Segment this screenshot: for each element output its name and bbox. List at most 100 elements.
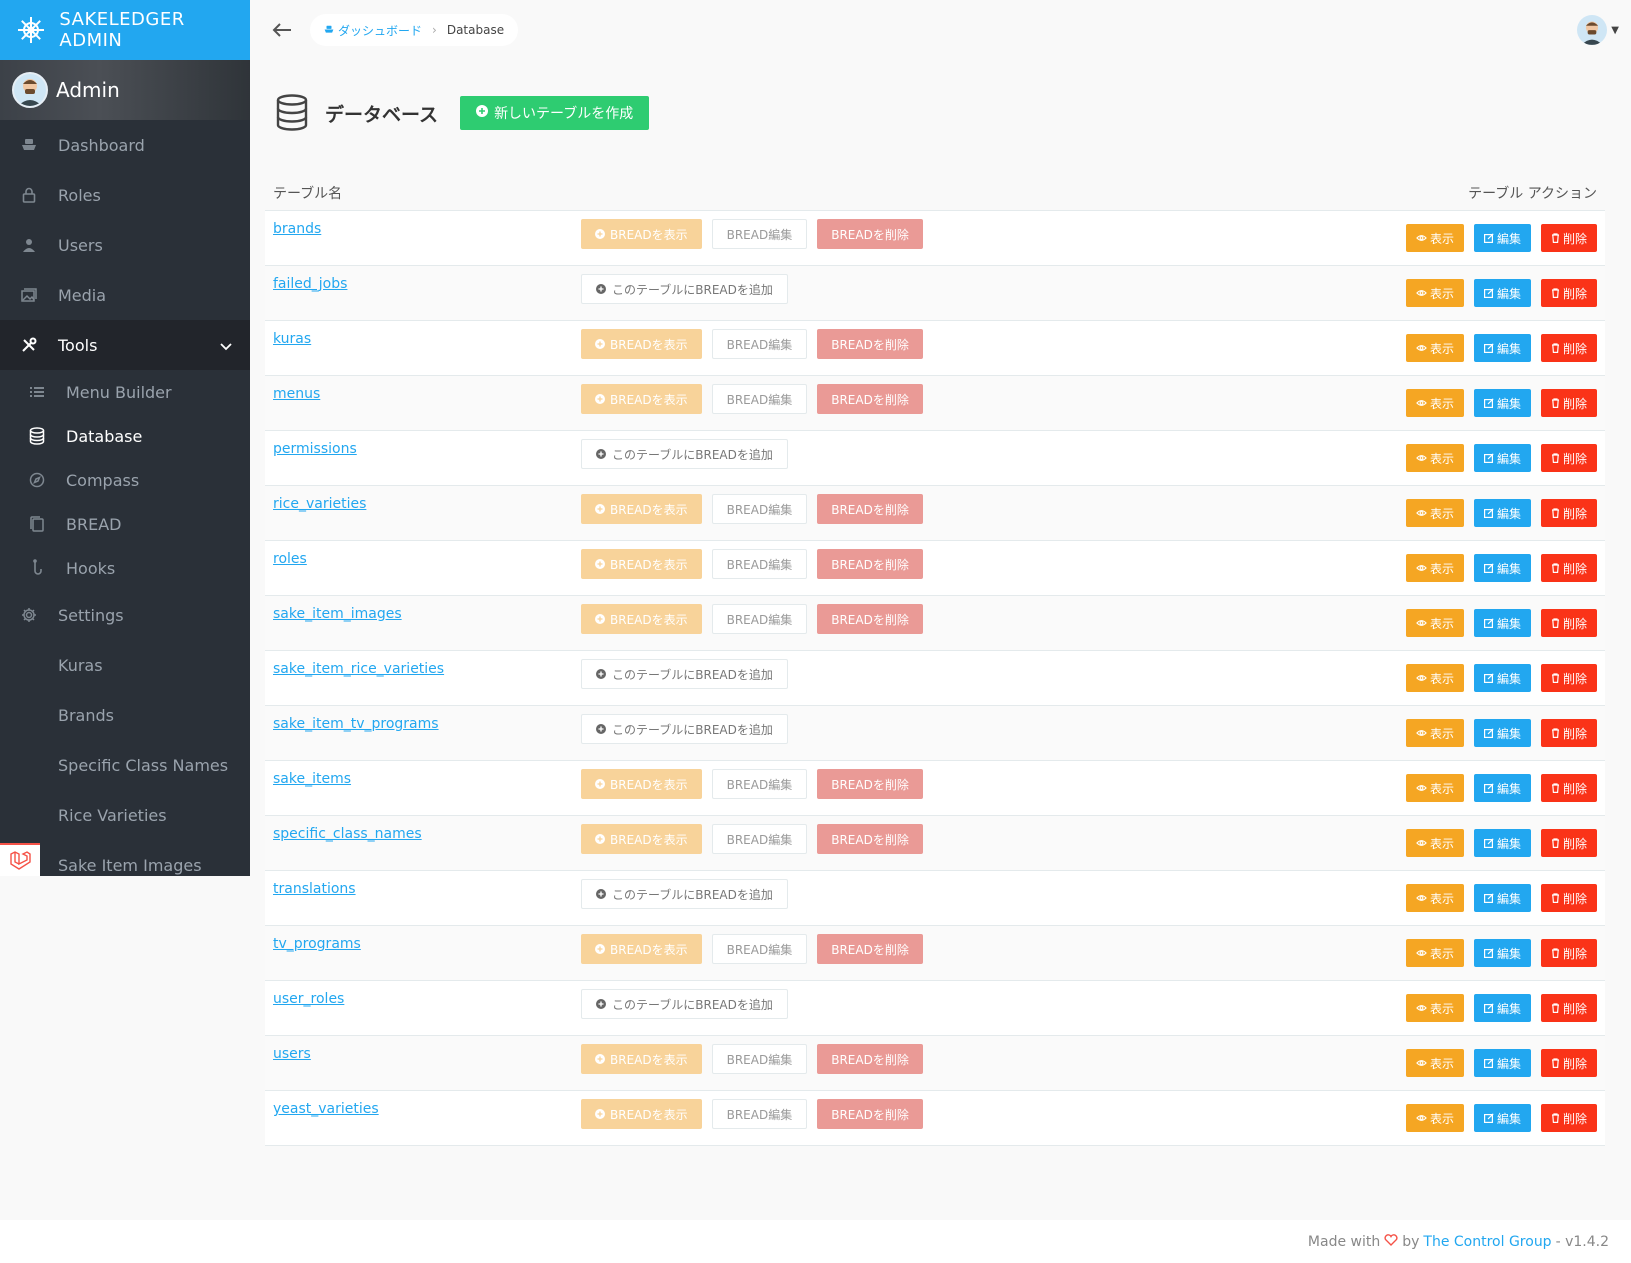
edit-table-button[interactable]: 編集 xyxy=(1473,554,1531,582)
sidebar-item-settings[interactable]: Settings xyxy=(0,590,250,640)
table-name-link[interactable]: yeast_varieties xyxy=(273,1101,379,1117)
delete-bread-button[interactable]: BREADを削除 xyxy=(817,384,923,414)
delete-bread-button[interactable]: BREADを削除 xyxy=(817,219,923,249)
delete-table-button[interactable]: 削除 xyxy=(1540,664,1597,692)
delete-table-button[interactable]: 削除 xyxy=(1540,829,1597,857)
view-table-button[interactable]: 表示 xyxy=(1405,939,1464,967)
table-name-link[interactable]: rice_varieties xyxy=(273,496,366,512)
browse-bread-button[interactable]: BREADを表示 xyxy=(581,329,702,359)
delete-table-button[interactable]: 削除 xyxy=(1540,1104,1597,1132)
footer-company-link[interactable]: The Control Group xyxy=(1423,1234,1551,1250)
browse-bread-button[interactable]: BREADを表示 xyxy=(581,384,702,414)
table-name-link[interactable]: users xyxy=(273,1046,311,1062)
table-name-link[interactable]: menus xyxy=(273,386,320,402)
delete-table-button[interactable]: 削除 xyxy=(1540,499,1597,527)
sidebar-item-specific-class-names[interactable]: Specific Class Names xyxy=(0,740,250,790)
view-table-button[interactable]: 表示 xyxy=(1405,829,1464,857)
delete-table-button[interactable]: 削除 xyxy=(1540,884,1597,912)
create-table-button[interactable]: 新しいテーブルを作成 xyxy=(460,96,650,130)
user-menu[interactable]: ▼ xyxy=(1577,15,1619,45)
view-table-button[interactable]: 表示 xyxy=(1405,719,1464,747)
view-table-button[interactable]: 表示 xyxy=(1405,554,1464,582)
edit-table-button[interactable]: 編集 xyxy=(1473,774,1531,802)
brand-bar[interactable]: SAKELEDGER ADMIN xyxy=(0,0,250,60)
add-bread-button[interactable]: このテーブルにBREADを追加 xyxy=(581,879,788,909)
table-name-link[interactable]: brands xyxy=(273,221,321,237)
delete-table-button[interactable]: 削除 xyxy=(1540,939,1597,967)
sidebar-item-brands[interactable]: Brands xyxy=(0,690,250,740)
sidebar-item-rice-varieties[interactable]: Rice Varieties xyxy=(0,790,250,840)
edit-table-button[interactable]: 編集 xyxy=(1473,334,1531,362)
sidebar-item-database[interactable]: Database xyxy=(0,414,250,458)
sidebar-item-users[interactable]: Users xyxy=(0,220,250,270)
delete-bread-button[interactable]: BREADを削除 xyxy=(817,934,923,964)
browse-bread-button[interactable]: BREADを表示 xyxy=(581,824,702,854)
add-bread-button[interactable]: このテーブルにBREADを追加 xyxy=(581,714,788,744)
edit-table-button[interactable]: 編集 xyxy=(1473,279,1531,307)
delete-table-button[interactable]: 削除 xyxy=(1540,774,1597,802)
view-table-button[interactable]: 表示 xyxy=(1405,499,1464,527)
delete-bread-button[interactable]: BREADを削除 xyxy=(817,1044,923,1074)
view-table-button[interactable]: 表示 xyxy=(1405,389,1464,417)
sidebar-item-tools[interactable]: Tools xyxy=(0,320,250,370)
edit-bread-button[interactable]: BREAD編集 xyxy=(711,329,808,359)
edit-bread-button[interactable]: BREAD編集 xyxy=(711,219,808,249)
laravel-logo-icon[interactable] xyxy=(0,843,40,876)
delete-bread-button[interactable]: BREADを削除 xyxy=(817,494,923,524)
view-table-button[interactable]: 表示 xyxy=(1405,1049,1464,1077)
edit-table-button[interactable]: 編集 xyxy=(1473,829,1531,857)
table-name-link[interactable]: roles xyxy=(273,551,307,567)
edit-bread-button[interactable]: BREAD編集 xyxy=(711,934,808,964)
table-name-link[interactable]: user_roles xyxy=(273,991,344,1007)
edit-table-button[interactable]: 編集 xyxy=(1473,609,1531,637)
back-arrow-icon[interactable] xyxy=(270,18,294,42)
sidebar-item-hooks[interactable]: Hooks xyxy=(0,546,250,590)
sidebar-item-roles[interactable]: Roles xyxy=(0,170,250,220)
table-name-link[interactable]: kuras xyxy=(273,331,311,347)
add-bread-button[interactable]: このテーブルにBREADを追加 xyxy=(581,989,788,1019)
edit-bread-button[interactable]: BREAD編集 xyxy=(711,494,808,524)
browse-bread-button[interactable]: BREADを表示 xyxy=(581,1099,702,1129)
browse-bread-button[interactable]: BREADを表示 xyxy=(581,219,702,249)
edit-table-button[interactable]: 編集 xyxy=(1473,719,1531,747)
browse-bread-button[interactable]: BREADを表示 xyxy=(581,604,702,634)
view-table-button[interactable]: 表示 xyxy=(1405,664,1464,692)
delete-table-button[interactable]: 削除 xyxy=(1540,224,1597,252)
delete-bread-button[interactable]: BREADを削除 xyxy=(817,549,923,579)
add-bread-button[interactable]: このテーブルにBREADを追加 xyxy=(581,274,788,304)
table-name-link[interactable]: sake_item_rice_varieties xyxy=(273,661,444,677)
edit-table-button[interactable]: 編集 xyxy=(1473,389,1531,417)
delete-table-button[interactable]: 削除 xyxy=(1540,719,1597,747)
delete-table-button[interactable]: 削除 xyxy=(1540,609,1597,637)
delete-table-button[interactable]: 削除 xyxy=(1540,389,1597,417)
delete-table-button[interactable]: 削除 xyxy=(1540,334,1597,362)
edit-table-button[interactable]: 編集 xyxy=(1473,1104,1531,1132)
edit-table-button[interactable]: 編集 xyxy=(1473,994,1531,1022)
delete-bread-button[interactable]: BREADを削除 xyxy=(817,824,923,854)
edit-bread-button[interactable]: BREAD編集 xyxy=(711,549,808,579)
table-name-link[interactable]: tv_programs xyxy=(273,936,361,952)
delete-bread-button[interactable]: BREADを削除 xyxy=(817,1099,923,1129)
sidebar-item-dashboard[interactable]: Dashboard xyxy=(0,120,250,170)
browse-bread-button[interactable]: BREADを表示 xyxy=(581,769,702,799)
delete-table-button[interactable]: 削除 xyxy=(1540,994,1597,1022)
delete-table-button[interactable]: 削除 xyxy=(1540,444,1597,472)
delete-table-button[interactable]: 削除 xyxy=(1540,1049,1597,1077)
table-name-link[interactable]: sake_item_images xyxy=(273,606,402,622)
edit-table-button[interactable]: 編集 xyxy=(1473,1049,1531,1077)
delete-bread-button[interactable]: BREADを削除 xyxy=(817,604,923,634)
edit-bread-button[interactable]: BREAD編集 xyxy=(711,384,808,414)
sidebar-item-media[interactable]: Media xyxy=(0,270,250,320)
add-bread-button[interactable]: このテーブルにBREADを追加 xyxy=(581,439,788,469)
sidebar-item-bread[interactable]: BREAD xyxy=(0,502,250,546)
sidebar-item-kuras[interactable]: Kuras xyxy=(0,640,250,690)
table-name-link[interactable]: sake_item_tv_programs xyxy=(273,716,439,732)
table-name-link[interactable]: failed_jobs xyxy=(273,276,347,292)
browse-bread-button[interactable]: BREADを表示 xyxy=(581,1044,702,1074)
edit-bread-button[interactable]: BREAD編集 xyxy=(711,1044,808,1074)
edit-bread-button[interactable]: BREAD編集 xyxy=(711,604,808,634)
edit-bread-button[interactable]: BREAD編集 xyxy=(711,824,808,854)
view-table-button[interactable]: 表示 xyxy=(1405,224,1464,252)
edit-table-button[interactable]: 編集 xyxy=(1473,884,1531,912)
table-name-link[interactable]: translations xyxy=(273,881,356,897)
